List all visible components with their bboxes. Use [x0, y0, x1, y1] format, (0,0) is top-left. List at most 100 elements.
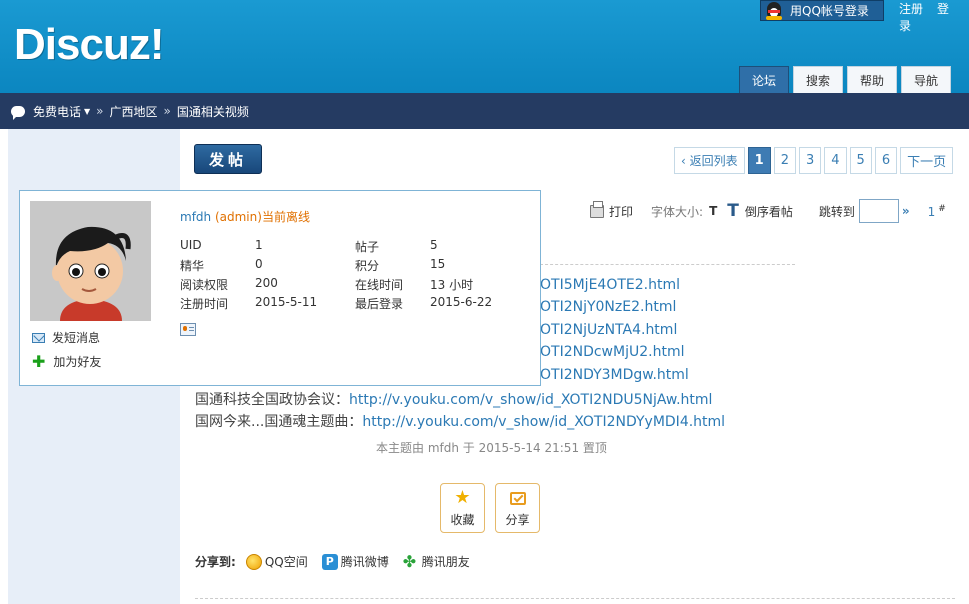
share-label: 分享: [505, 513, 530, 527]
post-line: OTI2NjUzNTA4.html: [540, 322, 677, 338]
share-button[interactable]: 分享: [495, 483, 540, 533]
field-label: 积分: [355, 259, 380, 273]
qzone-icon: [245, 553, 262, 570]
user-profile-card: mfdh (admin)当前离线 UID 1 帖子 5 精华 0 积分 15 阅…: [19, 190, 541, 386]
tab-help[interactable]: 帮助: [847, 66, 898, 93]
video-link[interactable]: OTI2NDcwMjU2.html: [540, 344, 684, 360]
page-1[interactable]: 1: [747, 147, 771, 174]
share-to-bar: 分享到: QQ空间 P 腾讯微博 ✤ 腾讯朋友: [195, 553, 484, 570]
jump-floor-input[interactable]: [858, 199, 899, 223]
share-qzone-label: QQ空间: [264, 555, 308, 569]
share-weibo[interactable]: P 腾讯微博: [321, 553, 389, 570]
post-line: OTI2NDcwMjU2.html: [540, 344, 684, 360]
font-large-button[interactable]: T: [727, 201, 739, 221]
breadcrumb-item-free-call[interactable]: 免费电话: [33, 103, 81, 120]
breadcrumb-item-videos[interactable]: 国通相关视频: [177, 103, 249, 120]
jump-go-button[interactable]: »: [902, 204, 910, 218]
field-value: 15: [430, 257, 446, 271]
field-label: UID: [180, 238, 202, 252]
site-logo[interactable]: Discuz!: [14, 20, 164, 70]
tab-search[interactable]: 搜索: [793, 66, 844, 93]
avatar[interactable]: [30, 201, 151, 321]
font-small-button[interactable]: T: [709, 204, 717, 218]
qq-penguin-icon: [764, 1, 784, 20]
pinned-note: 本主题由 mfdh 于 2015-5-14 21:51 置顶: [376, 441, 607, 455]
field-value: 1: [255, 238, 263, 252]
page-2[interactable]: 2: [773, 147, 796, 174]
qq-login-button[interactable]: 用QQ帐号登录: [760, 0, 884, 21]
field-label: 最后登录: [355, 297, 404, 311]
field-value: 2015-5-11: [255, 295, 318, 309]
post-line: OTI2NjY0NzE2.html: [540, 299, 676, 315]
video-link[interactable]: http://v.youku.com/v_show/id_XOTI2NDYyMD…: [362, 414, 725, 430]
divider: [195, 598, 955, 599]
qq-login-label: 用QQ帐号登录: [790, 4, 869, 18]
video-link[interactable]: OTI5MjE4OTE2.html: [540, 277, 680, 293]
jump-to-label: 跳转到: [818, 204, 855, 219]
caret-down-icon[interactable]: ▼: [84, 107, 90, 116]
video-caption: 国通科技全国政协会议：: [195, 392, 349, 408]
print-link[interactable]: 打印: [609, 203, 633, 220]
field-value: 13 小时: [430, 278, 474, 292]
top-links: 注册 登录: [899, 0, 969, 34]
page-3[interactable]: 3: [798, 147, 822, 174]
post-line: OTI5MjE4OTE2.html: [540, 277, 680, 293]
field-label: 阅读权限: [180, 278, 229, 292]
page-5[interactable]: 5: [849, 147, 872, 174]
share-icon: [509, 492, 526, 505]
clover-icon: ✤: [402, 551, 417, 571]
video-caption: 国网今来...国通魂主题曲：: [195, 414, 363, 430]
page-4[interactable]: 4: [824, 147, 847, 174]
floor-number[interactable]: 1 #: [928, 204, 946, 219]
star-icon: ★: [454, 487, 471, 508]
share-weibo-label: 腾讯微博: [340, 555, 389, 569]
send-message-label: 发短消息: [52, 331, 101, 345]
back-to-list-label: 返回列表: [689, 154, 738, 168]
share-qzone[interactable]: QQ空间: [245, 553, 308, 570]
share-friends[interactable]: ✤ 腾讯朋友: [403, 553, 470, 570]
video-link[interactable]: OTI2NjY0NzE2.html: [540, 299, 676, 315]
field-value: 0: [255, 257, 263, 271]
profile-status: 当前离线: [261, 210, 310, 224]
profile-username[interactable]: mfdh: [180, 210, 211, 224]
printer-icon[interactable]: [590, 200, 604, 218]
video-link[interactable]: OTI2NDY3MDgw.html: [540, 367, 689, 383]
breadcrumb-item-guangxi[interactable]: 广西地区: [110, 103, 158, 120]
floor-hash: #: [938, 203, 946, 214]
weibo-icon: P: [321, 553, 338, 570]
field-label: 精华: [180, 259, 205, 273]
favorite-button[interactable]: ★ 收藏: [440, 483, 485, 533]
field-label: 在线时间: [355, 278, 404, 292]
favorite-label: 收藏: [450, 513, 475, 527]
page-6[interactable]: 6: [874, 147, 898, 174]
video-link[interactable]: OTI2NjUzNTA4.html: [540, 322, 677, 338]
reverse-order-link[interactable]: 倒序看帖: [745, 203, 793, 220]
profile-role: (admin): [214, 210, 262, 224]
chat-bubble-icon: [11, 105, 25, 120]
tab-navigation[interactable]: 导航: [901, 66, 952, 93]
register-link[interactable]: 注册: [899, 2, 923, 16]
add-friend-link[interactable]: ✚ 加为好友: [32, 353, 101, 370]
plus-icon: ✚: [32, 351, 46, 371]
back-to-list-button[interactable]: ‹ 返回列表: [674, 147, 745, 174]
mail-icon: [32, 332, 45, 343]
field-value: 200: [255, 276, 278, 290]
post-line: 国通科技全国政协会议：http://v.youku.com/v_show/id_…: [195, 389, 712, 409]
site-header: Discuz! 用QQ帐号登录 注册 登录 论坛 搜索 帮助 导航: [0, 0, 969, 93]
profile-card-icon[interactable]: [180, 323, 196, 336]
breadcrumb-separator: »: [163, 104, 171, 118]
send-message-link[interactable]: 发短消息: [32, 329, 100, 346]
post-line: 国网今来...国通魂主题曲：http://v.youku.com/v_show/…: [195, 411, 725, 431]
share-to-label: 分享到:: [195, 555, 236, 569]
add-friend-label: 加为好友: [53, 355, 102, 369]
divider: [540, 264, 795, 265]
video-link[interactable]: http://v.youku.com/v_show/id_XOTI2NDU5Nj…: [349, 392, 712, 408]
profile-username-line: mfdh (admin)当前离线: [180, 208, 310, 225]
field-label: 注册时间: [180, 297, 229, 311]
new-post-button[interactable]: 发帖: [194, 144, 262, 174]
pagination: ‹ 返回列表 1 2 3 4 5 6 下一页: [674, 147, 954, 174]
font-size-label: 字体大小:: [651, 204, 704, 219]
post-toolbar: 打印 字体大小: T T 倒序看帖 跳转到 » 1 #: [590, 199, 946, 223]
next-page-button[interactable]: 下一页: [900, 147, 954, 174]
tab-forum[interactable]: 论坛: [739, 66, 790, 93]
